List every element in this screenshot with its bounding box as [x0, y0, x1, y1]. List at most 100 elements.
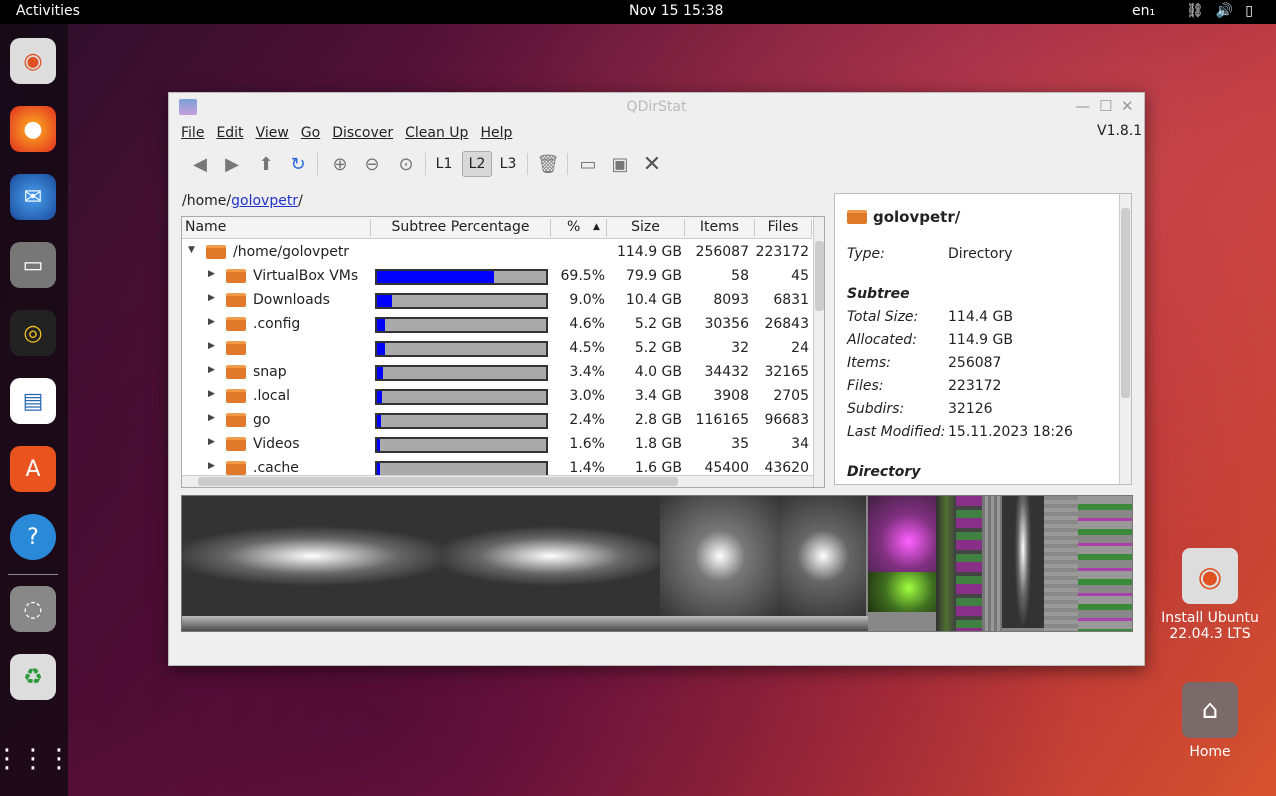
collapsed-arrow-icon[interactable]: ▶ [208, 317, 215, 327]
collapsed-arrow-icon[interactable]: ▶ [208, 461, 215, 471]
desktop-install-ubuntu[interactable]: ◉ Install Ubuntu 22.04.3 LTS [1155, 548, 1265, 642]
clock[interactable]: Nov 15 15:38 [629, 3, 723, 19]
zoom-reset-icon[interactable]: ⊙ [393, 151, 419, 177]
row-items: 45400 [704, 460, 749, 476]
treemap-tile[interactable] [936, 496, 956, 631]
treemap-tile[interactable] [1002, 496, 1044, 628]
rhythmbox-icon[interactable]: ◎ [10, 310, 56, 356]
subtree-percentage-fill [377, 319, 385, 331]
terminal-icon[interactable]: ▣ [607, 151, 633, 177]
tree-row[interactable]: ▶ go 2.4% 2.8 GB 116165 96683 [182, 409, 812, 433]
expanded-arrow-icon[interactable]: ▼ [188, 245, 195, 255]
collapsed-arrow-icon[interactable]: ▶ [208, 389, 215, 399]
menu-file[interactable]: File [181, 125, 204, 141]
treemap-tile[interactable] [982, 496, 1002, 631]
files-icon[interactable]: ▭ [10, 242, 56, 288]
row-files: 43620 [764, 460, 809, 476]
menu-help[interactable]: Help [480, 125, 512, 141]
minimize-icon[interactable]: — [1075, 97, 1090, 115]
collapsed-arrow-icon[interactable]: ▶ [208, 437, 215, 447]
tree-vscroll-thumb[interactable] [815, 241, 824, 311]
tree-horizontal-scrollbar[interactable] [182, 475, 813, 487]
tree-row[interactable]: ▶ .local 3.0% 3.4 GB 3908 2705 [182, 385, 812, 409]
disc-icon[interactable]: ◌ [10, 586, 56, 632]
toolbar-separator [425, 153, 426, 175]
desktop-home[interactable]: ⌂ Home [1155, 682, 1265, 760]
details-key: Allocated: [847, 332, 917, 348]
col-subtree-percentage[interactable]: Subtree Percentage [371, 219, 551, 237]
tree-vertical-scrollbar[interactable] [813, 217, 824, 487]
col-size[interactable]: Size [607, 219, 685, 237]
menu-discover[interactable]: Discover [332, 125, 393, 141]
toolbar-separator [317, 153, 318, 175]
treemap-tile[interactable] [182, 616, 868, 631]
trash-icon[interactable]: ♻ [10, 654, 56, 700]
treemap-tile[interactable] [182, 496, 442, 616]
close-icon[interactable]: ✕ [1121, 97, 1134, 115]
thunderbird-icon[interactable]: ✉ [10, 174, 56, 220]
details-scroll-thumb[interactable] [1121, 208, 1130, 398]
installer-icon[interactable]: ◉ [10, 38, 56, 84]
tree-row[interactable]: ▶ .config 4.6% 5.2 GB 30356 26843 [182, 313, 812, 337]
col-percent[interactable]: % ▲ [551, 219, 607, 237]
tree-row[interactable]: ▶ VirtualBox VMs 69.5% 79.9 GB 58 45 [182, 265, 812, 289]
treemap-tile[interactable] [442, 496, 660, 616]
col-name[interactable]: Name [185, 219, 371, 237]
menu-go[interactable]: Go [301, 125, 320, 141]
collapsed-arrow-icon[interactable]: ▶ [208, 341, 215, 351]
zoom-in-icon[interactable]: ⊕ [327, 151, 353, 177]
file-manager-icon[interactable]: ▭ [575, 151, 601, 177]
menu-view[interactable]: View [256, 125, 289, 141]
col-items[interactable]: Items [685, 219, 755, 237]
level-2-button[interactable]: L2 [462, 151, 492, 177]
treemap-tile[interactable] [1078, 496, 1132, 631]
refresh-icon[interactable]: ↻ [285, 151, 311, 177]
level-3-button[interactable]: L3 [495, 151, 521, 177]
firefox-icon[interactable]: ● [10, 106, 56, 152]
treemap[interactable] [181, 495, 1133, 632]
collapsed-arrow-icon[interactable]: ▶ [208, 413, 215, 423]
forward-icon[interactable]: ▶ [219, 151, 245, 177]
row-size: 1.8 GB [634, 436, 682, 452]
back-icon[interactable]: ◀ [187, 151, 213, 177]
up-icon[interactable]: ⬆ [253, 151, 279, 177]
treemap-tile[interactable] [780, 496, 866, 616]
treemap-tile[interactable] [956, 496, 982, 631]
collapsed-arrow-icon[interactable]: ▶ [208, 269, 215, 279]
tree-row[interactable]: ▶ 4.5% 5.2 GB 32 24 [182, 337, 812, 361]
collapsed-arrow-icon[interactable]: ▶ [208, 365, 215, 375]
col-files[interactable]: Files [755, 219, 812, 237]
subtree-percentage-bar [375, 389, 548, 405]
stop-icon[interactable]: ✕ [639, 151, 665, 177]
zoom-out-icon[interactable]: ⊖ [359, 151, 385, 177]
folder-icon [226, 341, 246, 355]
details-scrollbar[interactable] [1119, 194, 1131, 484]
treemap-tile[interactable] [660, 496, 780, 616]
level-1-button[interactable]: L1 [431, 151, 457, 177]
version-label: V1.8.1 [1097, 123, 1143, 139]
title-bar[interactable]: QDirStat — ☐ ✕ [169, 93, 1144, 121]
activities-button[interactable]: Activities [16, 3, 80, 19]
menu-edit[interactable]: Edit [216, 125, 243, 141]
keyboard-layout[interactable]: en₁ [1132, 3, 1155, 19]
tree-row[interactable]: ▶ snap 3.4% 4.0 GB 34432 32165 [182, 361, 812, 385]
tree-row[interactable]: ▶ Videos 1.6% 1.8 GB 35 34 [182, 433, 812, 457]
tree-row[interactable]: ▶ Downloads 9.0% 10.4 GB 8093 6831 [182, 289, 812, 313]
treemap-tile[interactable] [868, 572, 936, 612]
directory-tree[interactable]: Name Subtree Percentage % ▲ Size Items Fi… [181, 216, 825, 488]
tree-hscroll-thumb[interactable] [198, 477, 678, 486]
treemap-tile[interactable] [1044, 496, 1078, 631]
collapsed-arrow-icon[interactable]: ▶ [208, 293, 215, 303]
software-icon[interactable]: A [10, 446, 56, 492]
help-icon[interactable]: ? [10, 514, 56, 560]
treemap-tile[interactable] [868, 496, 936, 572]
tree-root-row[interactable]: ▼ /home/golovpetr 114.9 GB 256087 223172 [182, 241, 812, 265]
breadcrumb-link[interactable]: golovpetr [231, 193, 298, 209]
writer-icon[interactable]: ▤ [10, 378, 56, 424]
system-tray[interactable]: ⛓ 🔊 ▯ [1186, 3, 1253, 19]
trash-button-icon[interactable]: 🗑 [535, 151, 561, 177]
maximize-icon[interactable]: ☐ [1099, 97, 1112, 115]
menu-clean-up[interactable]: Clean Up [405, 125, 468, 141]
root-files: 223172 [755, 244, 809, 260]
app-grid-icon[interactable]: ⋮⋮⋮ [0, 736, 72, 782]
